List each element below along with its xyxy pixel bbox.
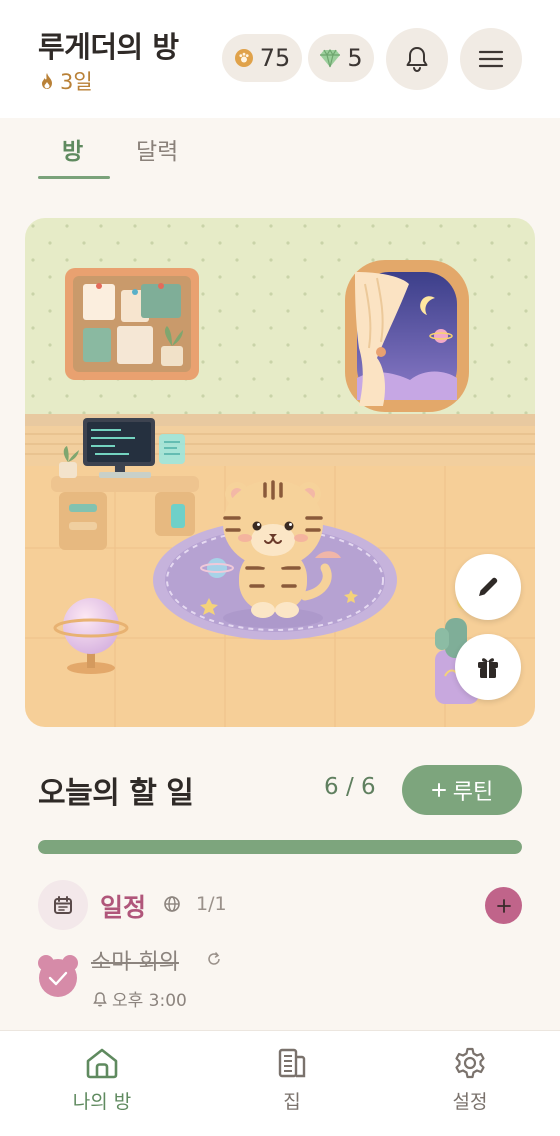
coin-counter[interactable]: 75	[222, 34, 302, 82]
routine-button-label: 루틴	[452, 780, 494, 805]
task-time: 오후 3:00	[92, 986, 187, 1011]
task-title[interactable]: 소마 회의	[91, 944, 179, 976]
nav-settings-label: 설정	[452, 1091, 488, 1113]
bell-icon	[406, 47, 428, 73]
task-checkbox[interactable]	[37, 952, 79, 998]
nav-settings[interactable]: 설정	[410, 1045, 530, 1114]
flame-icon	[42, 73, 52, 89]
tab-room[interactable]: 방	[62, 132, 83, 166]
alarm-bell-icon	[93, 991, 107, 1006]
edit-room-button[interactable]	[455, 554, 521, 620]
repeat-icon	[206, 951, 222, 971]
tab-underline	[38, 176, 110, 179]
tab-bar: 방 달력	[0, 118, 560, 180]
streak-badge: 3일	[40, 66, 93, 96]
coin-count: 75	[259, 44, 291, 72]
todo-title: 오늘의 할 일	[38, 776, 194, 811]
menu-button[interactable]	[460, 28, 522, 90]
todo-count: 6 / 6	[324, 774, 376, 800]
plus-icon	[431, 783, 446, 797]
gem-count: 5	[347, 44, 363, 72]
schedule-category-count: 1/1	[196, 893, 227, 915]
building-icon	[278, 1048, 306, 1078]
add-routine-button[interactable]: 루틴	[402, 765, 522, 815]
gem-counter[interactable]: 5	[308, 34, 374, 82]
schedule-category-icon	[38, 880, 88, 930]
header: 루게더의 방 3일 75 5	[0, 0, 560, 118]
nav-house-label: 집	[283, 1091, 301, 1113]
coin-icon	[234, 49, 253, 67]
hamburger-icon	[478, 50, 504, 68]
tab-calendar[interactable]: 달력	[136, 132, 178, 166]
todo-progress-fill	[38, 840, 522, 854]
gem-icon	[320, 48, 341, 68]
room-scene[interactable]	[25, 218, 535, 727]
pencil-icon	[479, 577, 498, 596]
bottom-nav: 나의 방 집 설정	[0, 1030, 560, 1136]
gift-icon	[478, 658, 498, 678]
streak-days: 3일	[60, 70, 93, 94]
nav-house[interactable]: 집	[232, 1045, 352, 1114]
plus-icon	[496, 898, 511, 913]
nav-my-room-label: 나의 방	[72, 1091, 132, 1113]
globe-icon	[163, 895, 181, 917]
home-icon	[86, 1048, 118, 1079]
task-time-label: 오후 3:00	[112, 991, 187, 1011]
gear-icon	[455, 1047, 485, 1079]
notification-button[interactable]	[386, 28, 448, 90]
calendar-icon	[54, 896, 72, 914]
schedule-category-label: 일정	[100, 893, 147, 922]
add-schedule-button[interactable]	[485, 887, 522, 924]
room-title: 루게더의 방	[38, 30, 179, 64]
nav-my-room[interactable]: 나의 방	[42, 1045, 162, 1114]
gift-button[interactable]	[455, 634, 521, 700]
todo-progress-bar	[38, 840, 522, 854]
bear-check-icon	[38, 955, 78, 997]
